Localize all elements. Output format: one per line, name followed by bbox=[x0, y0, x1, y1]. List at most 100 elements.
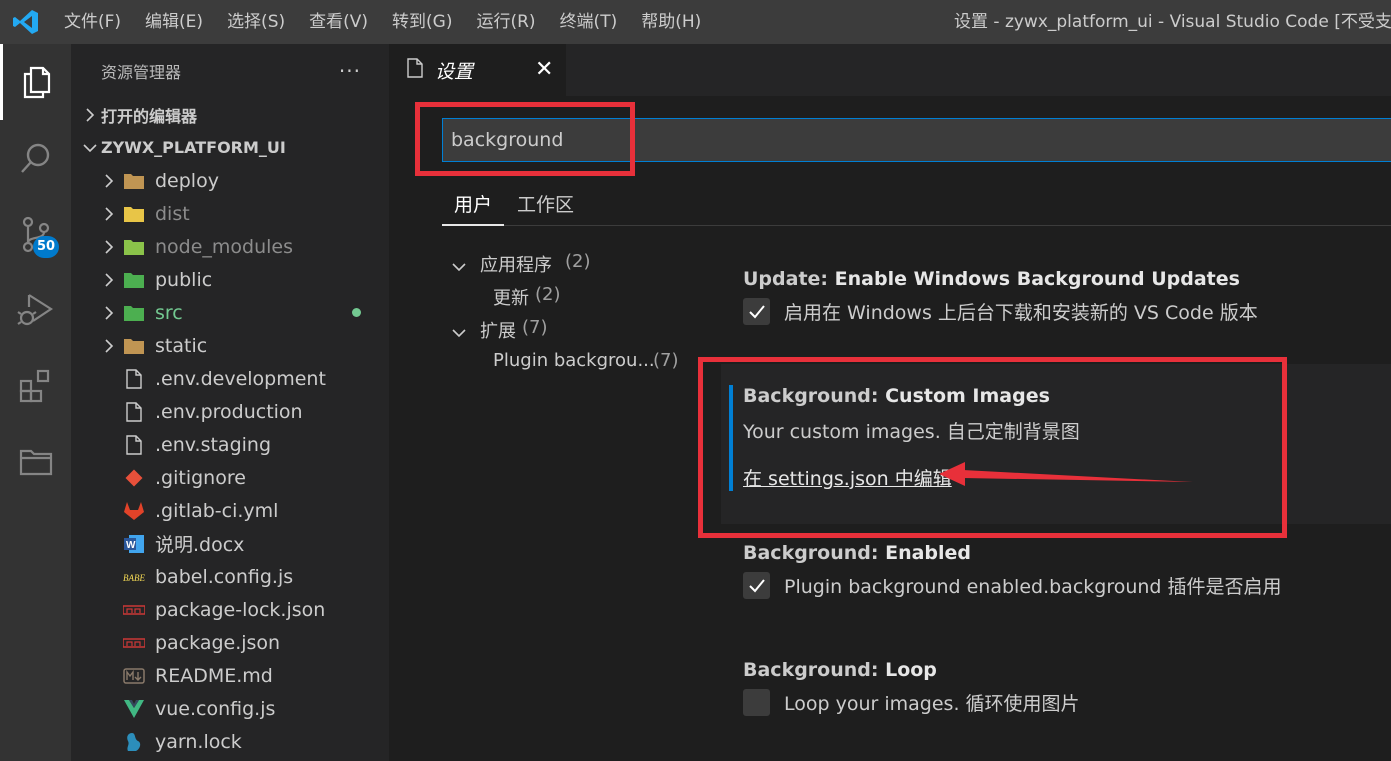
chevron-down-icon bbox=[452, 256, 466, 277]
menu-selection[interactable]: 选择(S) bbox=[215, 0, 297, 44]
git-icon bbox=[123, 467, 145, 489]
chevron-down-icon bbox=[79, 143, 101, 153]
file-item[interactable]: BABEL babel.config.js bbox=[71, 560, 389, 593]
setting-description: Loop your images. 循环使用图片 bbox=[743, 689, 1080, 716]
checkbox[interactable] bbox=[743, 298, 770, 325]
word-icon: W bbox=[123, 533, 145, 555]
file-name: babel.config.js bbox=[155, 565, 294, 588]
file-icon bbox=[407, 58, 423, 82]
toc-label: Plugin backgrou... bbox=[493, 350, 655, 371]
project-section[interactable]: ZYWX_PLATFORM_UI bbox=[71, 131, 389, 164]
file-item[interactable]: W 说明.docx bbox=[71, 527, 389, 560]
file-name: .env.production bbox=[155, 400, 303, 423]
chevron-right-icon bbox=[79, 107, 101, 122]
file-name: README.md bbox=[155, 664, 273, 687]
file-name: .env.staging bbox=[155, 433, 272, 456]
toc-label: 扩展 bbox=[480, 321, 516, 342]
folder-item[interactable]: public bbox=[71, 263, 389, 296]
file-name: .gitignore bbox=[155, 466, 246, 489]
file-item[interactable]: package-lock.json bbox=[71, 593, 389, 626]
menu-file[interactable]: 文件(F) bbox=[52, 0, 133, 44]
folder-item[interactable]: node_modules bbox=[71, 230, 389, 263]
setting-background-enabled: Background: Enabled Plugin background en… bbox=[743, 542, 1282, 599]
file-item[interactable]: vue.config.js bbox=[71, 692, 389, 725]
menu-view[interactable]: 查看(V) bbox=[297, 0, 380, 44]
setting-title: Background: Loop bbox=[743, 659, 937, 681]
setting-description: 启用在 Windows 上后台下载和安装新的 VS Code 版本 bbox=[743, 298, 1258, 325]
toc-count: (2) bbox=[565, 251, 591, 272]
search-icon[interactable] bbox=[0, 120, 71, 196]
babel-icon: BABEL bbox=[123, 566, 145, 588]
file-item[interactable]: README.md bbox=[71, 659, 389, 692]
source-control-icon[interactable]: 50 bbox=[0, 196, 71, 272]
file-item[interactable]: yarn.lock bbox=[71, 725, 389, 758]
toc-label: 应用程序 bbox=[480, 255, 552, 276]
folder-icon bbox=[123, 335, 145, 357]
vue-icon bbox=[123, 698, 145, 720]
check-icon bbox=[748, 304, 765, 318]
file-name: yarn.lock bbox=[155, 730, 242, 753]
menu-terminal[interactable]: 终端(T) bbox=[548, 0, 630, 44]
file-name: .gitlab-ci.yml bbox=[155, 499, 279, 522]
checkbox[interactable] bbox=[743, 689, 770, 716]
file-name: package.json bbox=[155, 631, 281, 654]
annotation-arrow-icon bbox=[939, 462, 1193, 486]
chevron-right-icon bbox=[98, 272, 120, 287]
file-item[interactable]: .gitlab-ci.yml bbox=[71, 494, 389, 527]
title-bar: 文件(F) 编辑(E) 选择(S) 查看(V) 转到(G) 运行(R) 终端(T… bbox=[0, 0, 1391, 44]
open-editors-section[interactable]: 打开的编辑器 bbox=[71, 98, 389, 131]
chevron-down-icon bbox=[452, 322, 466, 343]
folder-icon[interactable] bbox=[0, 424, 71, 500]
checkbox[interactable] bbox=[743, 572, 770, 599]
file-name: 说明.docx bbox=[155, 534, 245, 556]
chevron-right-icon bbox=[98, 305, 120, 320]
file-tree: deploy dist node_modules public src static .en… bbox=[71, 164, 389, 758]
menu-help[interactable]: 帮助(H) bbox=[629, 0, 713, 44]
modified-dot-icon bbox=[352, 308, 361, 317]
extensions-icon[interactable] bbox=[0, 348, 71, 424]
scm-badge: 50 bbox=[33, 236, 60, 258]
file-name: public bbox=[155, 268, 213, 291]
file-icon bbox=[123, 368, 145, 390]
explorer-header: 资源管理器 ··· bbox=[71, 44, 389, 98]
folder-item[interactable]: deploy bbox=[71, 164, 389, 197]
toc-count: (2) bbox=[535, 284, 561, 305]
folder-src-icon bbox=[123, 302, 145, 324]
menu-go[interactable]: 转到(G) bbox=[380, 0, 464, 44]
folder-item[interactable]: src bbox=[71, 296, 389, 329]
setting-title: Background: Enabled bbox=[743, 542, 972, 564]
file-item[interactable]: .env.production bbox=[71, 395, 389, 428]
file-item[interactable]: .env.staging bbox=[71, 428, 389, 461]
annotation-box-setting bbox=[698, 357, 1287, 538]
toc-count: (7) bbox=[653, 350, 679, 371]
explorer-sidebar: 资源管理器 ··· 打开的编辑器 ZYWX_PLATFORM_UI deploy… bbox=[71, 44, 389, 761]
close-icon[interactable]: ✕ bbox=[535, 57, 553, 82]
setting-background-loop: Background: Loop Loop your images. 循环使用图… bbox=[743, 659, 1080, 716]
chevron-right-icon bbox=[98, 239, 120, 254]
tab-label: 设置 bbox=[435, 60, 474, 83]
file-item[interactable]: .env.development bbox=[71, 362, 389, 395]
explorer-icon[interactable] bbox=[0, 44, 71, 120]
folder-icon bbox=[123, 170, 145, 192]
setting-title: Update: Enable Windows Background Update… bbox=[743, 268, 1240, 290]
folder-item[interactable]: dist bbox=[71, 197, 389, 230]
folder-item[interactable]: static bbox=[71, 329, 389, 362]
settings-scope-tabs: 用户 工作区 bbox=[442, 186, 1391, 226]
window-title: 设置 - zywx_platform_ui - Visual Studio Co… bbox=[954, 12, 1391, 32]
file-item[interactable]: .gitignore bbox=[71, 461, 389, 494]
tab-user[interactable]: 用户 bbox=[442, 190, 505, 226]
run-debug-icon[interactable] bbox=[0, 272, 71, 348]
file-name: src bbox=[155, 301, 183, 324]
gitlab-icon bbox=[123, 500, 145, 522]
yarn-icon bbox=[123, 731, 145, 753]
setting-update-windows-background: Update: Enable Windows Background Update… bbox=[743, 268, 1258, 325]
file-name: node_modules bbox=[155, 235, 294, 258]
activity-bar: 50 bbox=[0, 44, 71, 761]
chevron-right-icon bbox=[98, 206, 120, 221]
more-actions-button[interactable]: ··· bbox=[339, 59, 361, 83]
menu-run[interactable]: 运行(R) bbox=[464, 0, 547, 44]
tab-workspace[interactable]: 工作区 bbox=[517, 190, 574, 217]
file-item[interactable]: package.json bbox=[71, 626, 389, 659]
tab-settings[interactable]: 设置 ✕ bbox=[389, 44, 566, 96]
menu-edit[interactable]: 编辑(E) bbox=[133, 0, 215, 44]
